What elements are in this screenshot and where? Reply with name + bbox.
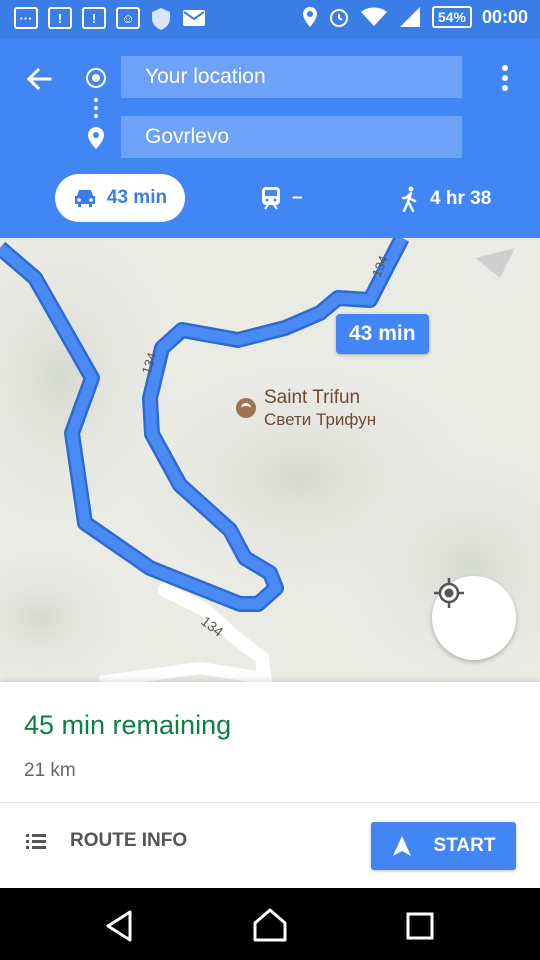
crosshair-icon: [434, 578, 464, 608]
signal-icon: [399, 7, 420, 27]
screenshot-icon: ☺: [116, 7, 140, 29]
navigation-arrow-icon: [392, 836, 411, 856]
route-eta-badge[interactable]: 43 min: [336, 314, 429, 354]
list-icon: [26, 834, 46, 849]
recents-icon[interactable]: [400, 906, 440, 946]
status-bar: ··· ! ! ☺ 54% 00:00: [0, 0, 540, 38]
back-arrow-icon[interactable]: [22, 62, 56, 96]
train-icon: [262, 187, 280, 210]
message-icon: ···: [14, 7, 38, 29]
monastery-icon: [236, 398, 256, 418]
mail-icon: [183, 10, 205, 26]
notification-icons: ··· ! ! ☺: [14, 7, 206, 31]
walk-icon: [401, 186, 417, 212]
my-location-button[interactable]: [432, 576, 516, 660]
alert-icon: !: [48, 7, 72, 29]
poi-name-local: Свети Трифун: [264, 410, 377, 429]
shield-icon: [152, 8, 170, 30]
travel-mode-tabs: 43 min – 4 hr 38: [0, 174, 540, 224]
alarm-icon: [329, 9, 348, 27]
wifi-icon: [360, 7, 387, 26]
alert-icon: !: [82, 7, 106, 29]
battery-level: 54%: [431, 6, 472, 28]
destination-field[interactable]: Govrlevo: [121, 116, 462, 158]
mode-walk-tab[interactable]: 4 hr 38: [400, 186, 491, 212]
destination-pin-icon: [88, 127, 104, 149]
route-dots: [94, 98, 98, 118]
origin-icon: [86, 68, 106, 88]
poi-name: Saint Trifun: [264, 387, 361, 408]
route-summary-sheet: 45 min remaining 21 km ROUTE INFO START: [0, 682, 540, 888]
poi-saint-trifun[interactable]: Saint Trifun Свети Трифун: [236, 386, 376, 431]
divider: [0, 802, 540, 803]
location-icon: [302, 7, 317, 27]
route-info-button[interactable]: ROUTE INFO: [24, 830, 187, 852]
directions-header: Your location Govrlevo 43 min – 4 hr 38: [0, 38, 540, 238]
start-button[interactable]: START: [371, 822, 516, 870]
distance-text: 21 km: [24, 760, 76, 781]
route-info-label: ROUTE INFO: [70, 830, 188, 851]
more-options-icon[interactable]: [500, 64, 510, 92]
home-icon[interactable]: [250, 906, 290, 946]
origin-field[interactable]: Your location: [121, 56, 462, 98]
transit-time: –: [292, 187, 303, 208]
map-view[interactable]: 134 134 134 43 min Saint Trifun Свети Тр…: [0, 238, 540, 682]
car-icon: [74, 190, 95, 207]
start-label: START: [433, 835, 496, 856]
mode-transit-tab[interactable]: –: [260, 186, 303, 210]
time-remaining: 45 min remaining: [24, 710, 232, 740]
drive-time: 43 min: [106, 187, 168, 208]
system-icons: 54% 00:00: [302, 6, 528, 28]
walk-time: 4 hr 38: [430, 188, 492, 209]
clock: 00:00: [481, 6, 528, 27]
system-nav-bar: [0, 888, 540, 960]
back-icon[interactable]: [100, 906, 140, 946]
mode-drive-tab[interactable]: 43 min: [55, 174, 185, 222]
